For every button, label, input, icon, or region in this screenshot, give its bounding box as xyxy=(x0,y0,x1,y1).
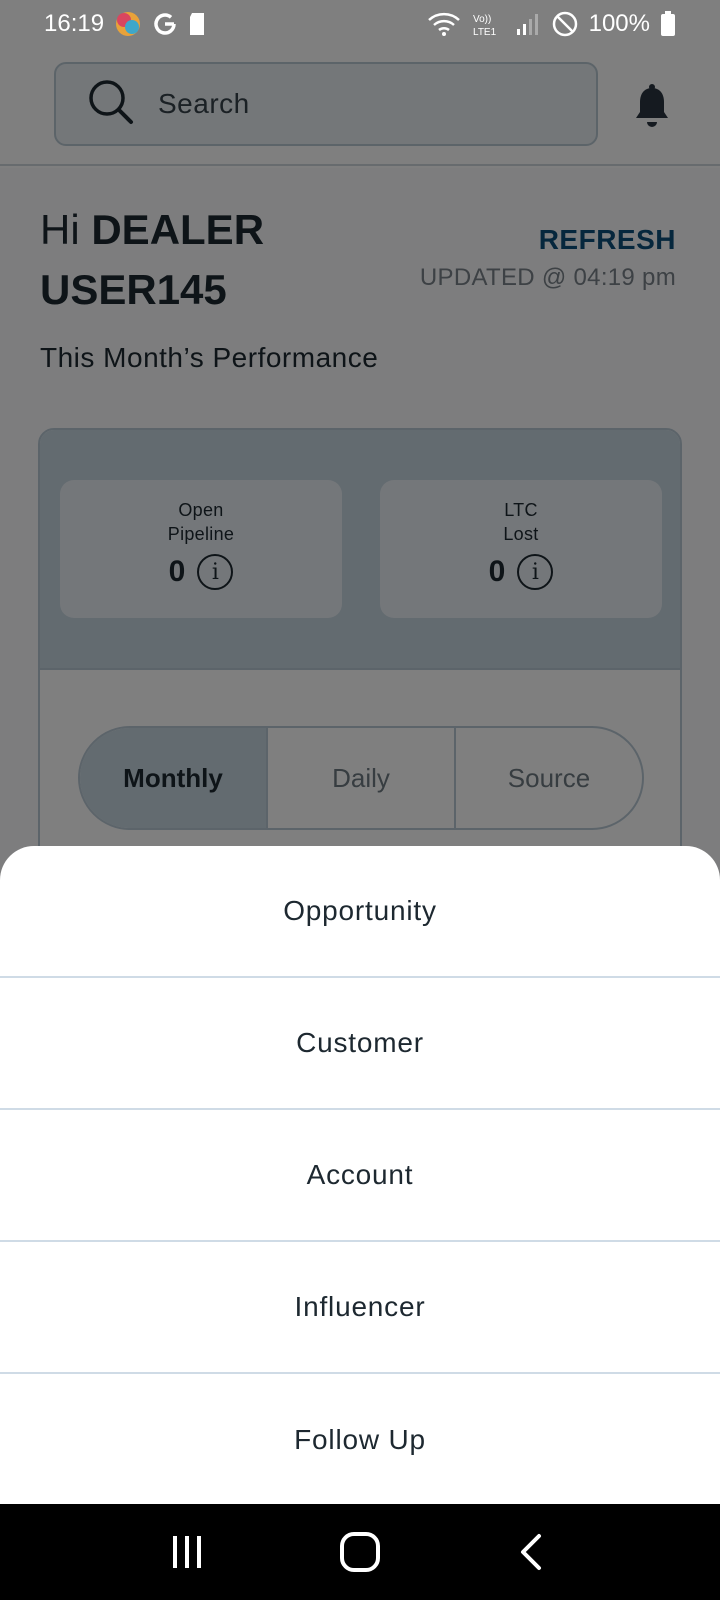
system-nav-bar xyxy=(0,1504,720,1600)
sheet-item-influencer[interactable]: Influencer xyxy=(0,1242,720,1374)
svg-text:Vo)): Vo)) xyxy=(473,14,491,25)
wifi-icon xyxy=(427,11,461,37)
create-bottom-sheet: Opportunity Customer Account Influencer … xyxy=(0,846,720,1504)
sheet-item-account[interactable]: Account xyxy=(0,1110,720,1242)
battery-text: 100% xyxy=(588,10,650,37)
sheet-item-customer[interactable]: Customer xyxy=(0,978,720,1110)
volte-lte-icon: Vo)) LTE1 xyxy=(471,11,505,37)
back-icon[interactable] xyxy=(503,1522,563,1582)
signal-icon xyxy=(515,11,541,37)
battery-icon xyxy=(660,11,676,37)
status-left: 16:19 xyxy=(44,10,208,38)
home-icon[interactable] xyxy=(330,1522,390,1582)
sd-card-icon xyxy=(188,11,208,37)
status-right: Vo)) LTE1 100% xyxy=(427,10,676,38)
svg-text:LTE1: LTE1 xyxy=(473,27,497,37)
sheet-item-follow-up[interactable]: Follow Up xyxy=(0,1374,720,1504)
photos-icon xyxy=(114,10,142,38)
sheet-item-opportunity[interactable]: Opportunity xyxy=(0,846,720,978)
recent-apps-icon[interactable] xyxy=(157,1522,217,1582)
status-time: 16:19 xyxy=(44,10,105,37)
google-icon xyxy=(152,11,178,37)
do-not-disturb-icon xyxy=(551,10,579,38)
status-bar: 16:19 Vo)) LTE1 100% xyxy=(0,0,720,48)
